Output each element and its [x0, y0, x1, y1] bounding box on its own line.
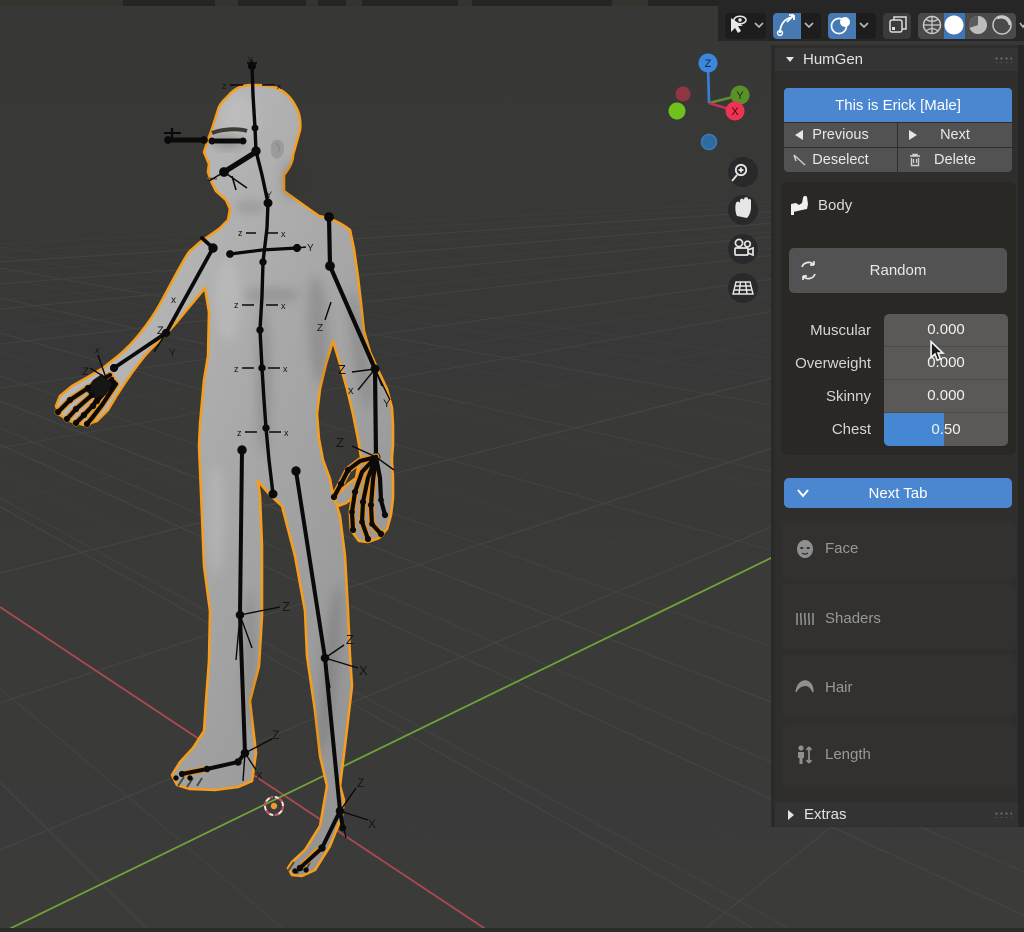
svg-text:x: x — [283, 364, 288, 374]
svg-text:Z: Z — [157, 325, 164, 337]
svg-text:X: X — [731, 106, 739, 118]
svg-text:z: z — [234, 364, 239, 374]
svg-text:Z: Z — [346, 632, 354, 647]
svg-text:z: z — [222, 81, 227, 91]
svg-text:Z: Z — [282, 599, 290, 614]
svg-text:Y: Y — [169, 348, 176, 359]
svg-text:x: x — [277, 81, 282, 91]
svg-text:X: X — [359, 663, 368, 678]
svg-text:Z: Z — [272, 728, 279, 742]
svg-text:x: x — [348, 385, 354, 397]
svg-text:z: z — [237, 428, 242, 438]
svg-text:Y: Y — [266, 190, 272, 200]
svg-text:X: X — [256, 771, 263, 782]
svg-text:X: X — [368, 817, 376, 831]
svg-text:Y: Y — [383, 398, 391, 410]
svg-text:x: x — [281, 301, 286, 311]
svg-text:z: z — [234, 300, 239, 310]
svg-text:x: x — [284, 428, 289, 438]
svg-text:Z: Z — [317, 323, 323, 334]
svg-text:x: x — [95, 345, 100, 355]
svg-text:Z: Z — [357, 776, 364, 790]
svg-text:Z: Z — [338, 362, 346, 377]
svg-text:Z: Z — [336, 435, 344, 450]
svg-text:Z: Z — [82, 366, 89, 378]
svg-text:z: z — [238, 228, 243, 238]
svg-text:Y: Y — [736, 90, 744, 102]
svg-text:x: x — [281, 229, 286, 239]
svg-text:Z: Z — [705, 58, 712, 70]
svg-text:y: y — [248, 54, 253, 64]
svg-text:Y: Y — [307, 243, 314, 254]
svg-text:x: x — [171, 295, 176, 306]
